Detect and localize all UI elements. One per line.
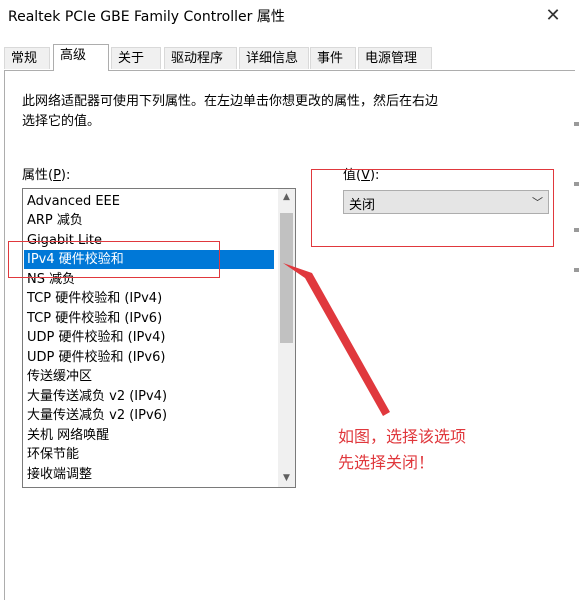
annotation-line: 先选择关闭！ xyxy=(338,453,435,472)
annotation-line: 如图，选择该选项 xyxy=(338,427,467,446)
tab-advanced[interactable]: 高级 xyxy=(53,44,109,71)
edge-mark xyxy=(574,228,579,232)
edge-mark xyxy=(574,182,579,186)
annotation-text: 如图，选择该选项 先选择关闭！ xyxy=(338,424,466,476)
annotation-arrow xyxy=(283,263,390,416)
edge-mark xyxy=(574,268,579,272)
arrow-shape xyxy=(283,263,390,416)
edge-mark xyxy=(574,122,579,126)
